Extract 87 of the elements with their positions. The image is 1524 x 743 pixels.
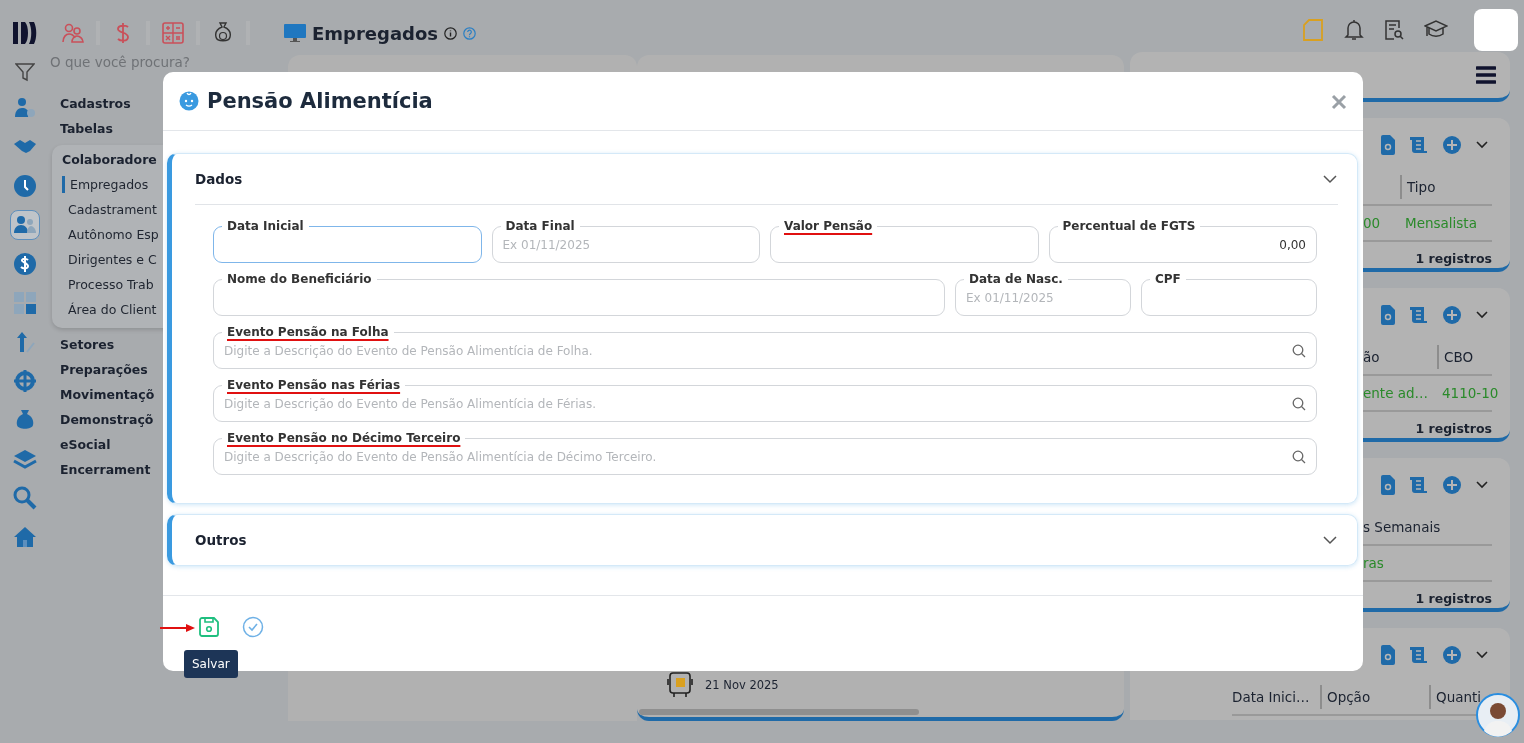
- document-search-icon[interactable]: [1384, 19, 1404, 41]
- field-label: Data Final: [504, 219, 576, 233]
- chevron-down-icon[interactable]: [1476, 651, 1488, 659]
- field-label: Percentual de FGTS: [1061, 219, 1197, 233]
- document-search-icon[interactable]: [1381, 475, 1395, 495]
- record-count: 1 registros: [1415, 421, 1492, 436]
- filter-icon[interactable]: [15, 62, 35, 82]
- table-cell: ras: [1363, 555, 1384, 571]
- input-field[interactable]: Data de Nasc. Ex 01/11/2025: [955, 272, 1131, 316]
- section-title[interactable]: Dados: [195, 171, 243, 187]
- table-cell: 4110-10: [1442, 385, 1499, 401]
- input-field[interactable]: Data Inicial: [213, 219, 482, 263]
- column-header: Opção: [1327, 689, 1371, 705]
- chevron-down-icon[interactable]: [1323, 535, 1337, 545]
- scrollbar[interactable]: [639, 709, 919, 715]
- scroll-icon[interactable]: [1410, 136, 1428, 154]
- calculator-icon[interactable]: [162, 22, 184, 44]
- search-field[interactable]: Evento Pensão na Folha Digite a Descrição do Evento de Pensão Alimentícia de Folha.: [213, 325, 1317, 369]
- people-icon[interactable]: [10, 210, 40, 240]
- section-title[interactable]: Outros: [195, 532, 247, 548]
- bus-icon: [667, 671, 693, 699]
- column-header: s Semanais: [1363, 519, 1441, 535]
- input-field[interactable]: Percentual de FGTS 0,00: [1048, 219, 1317, 263]
- field-label: Valor Pensão: [783, 219, 874, 233]
- scroll-icon[interactable]: [1410, 646, 1428, 664]
- logo-icon[interactable]: [12, 20, 38, 46]
- profile-box[interactable]: [1474, 9, 1518, 51]
- field-label: Evento Pensão no Décimo Terceiro: [226, 431, 462, 445]
- document-search-icon[interactable]: [1381, 135, 1395, 155]
- text-input[interactable]: Ex 01/11/2025: [966, 290, 1120, 305]
- field-label: Data de Nasc.: [968, 272, 1064, 286]
- input-field[interactable]: Nome do Beneficiário: [213, 272, 945, 316]
- column-header: Data Inici…: [1232, 689, 1310, 705]
- record-count: 1 registros: [1415, 591, 1492, 606]
- text-input[interactable]: Digite a Descrição do Evento de Pensão Alimentícia de Férias.: [224, 396, 1292, 411]
- chevron-down-icon[interactable]: [1476, 141, 1488, 149]
- column-header: CBO: [1444, 349, 1474, 365]
- confirm-button[interactable]: [242, 616, 264, 638]
- bell-icon[interactable]: [1344, 19, 1364, 41]
- input-field[interactable]: Valor Pensão: [770, 219, 1039, 263]
- search-icon[interactable]: [1292, 449, 1306, 464]
- column-header: Quanti: [1436, 689, 1482, 705]
- search-field[interactable]: Evento Pensão no Décimo Terceiro Digite a Descrição do Evento de Pensão Alimentícia de Décimo Terceiro.: [213, 431, 1317, 475]
- add-icon[interactable]: [1443, 646, 1461, 664]
- column-header: Tipo: [1407, 179, 1436, 195]
- people-icon[interactable]: [62, 23, 84, 43]
- field-label: CPF: [1154, 272, 1182, 286]
- search-icon[interactable]: [1292, 396, 1306, 411]
- text-input[interactable]: Digite a Descrição do Evento de Pensão Alimentícia de Folha.: [224, 343, 1292, 358]
- text-input[interactable]: Digite a Descrição do Evento de Pensão Alimentícia de Décimo Terceiro.: [224, 449, 1292, 464]
- add-icon[interactable]: [1443, 306, 1461, 324]
- chevron-down-icon[interactable]: [1476, 311, 1488, 319]
- table-cell: ente ad…: [1363, 385, 1429, 401]
- field-label: Evento Pensão nas Férias: [226, 378, 402, 392]
- add-icon[interactable]: [1443, 476, 1461, 494]
- input-field[interactable]: Data Final Ex 01/11/2025: [491, 219, 760, 263]
- field-label: Evento Pensão na Folha: [226, 325, 390, 339]
- table-cell: Mensalista: [1405, 215, 1477, 231]
- text-input[interactable]: Ex 01/11/2025: [502, 237, 749, 252]
- menu-icon[interactable]: [1476, 65, 1496, 85]
- page-title: Empregados: [312, 22, 439, 44]
- baby-face-icon: [179, 91, 199, 111]
- dialog-title: Pensão Alimentícia: [207, 89, 433, 113]
- save-button[interactable]: [198, 616, 220, 638]
- chevron-down-icon[interactable]: [1323, 174, 1337, 184]
- search-icon[interactable]: [1292, 343, 1306, 358]
- table-cell: 00: [1363, 215, 1381, 231]
- add-icon[interactable]: [1443, 136, 1461, 154]
- graduation-cap-icon[interactable]: [1424, 20, 1448, 40]
- search-field[interactable]: Evento Pensão nas Férias Digite a Descrição do Evento de Pensão Alimentícia de Férias.: [213, 378, 1317, 422]
- info-icon[interactable]: [444, 26, 458, 40]
- field-label: Nome do Beneficiário: [226, 272, 373, 286]
- scroll-icon[interactable]: [1410, 306, 1428, 324]
- tooltip: Salvar: [184, 650, 238, 678]
- text-input[interactable]: 0,00: [1059, 237, 1306, 252]
- timeline-date: 21 Nov 2025: [705, 678, 779, 692]
- record-count: 1 registros: [1415, 251, 1492, 266]
- document-search-icon[interactable]: [1381, 305, 1395, 325]
- input-field[interactable]: CPF: [1141, 272, 1317, 316]
- scroll-icon[interactable]: [1410, 476, 1428, 494]
- column-header: ão: [1363, 349, 1380, 365]
- help-icon[interactable]: [463, 26, 477, 40]
- monitor-icon: [284, 23, 306, 43]
- chevron-down-icon[interactable]: [1476, 481, 1488, 489]
- field-label: Data Inicial: [226, 219, 305, 233]
- document-search-icon[interactable]: [1381, 645, 1395, 665]
- money-bag-icon[interactable]: [214, 22, 232, 44]
